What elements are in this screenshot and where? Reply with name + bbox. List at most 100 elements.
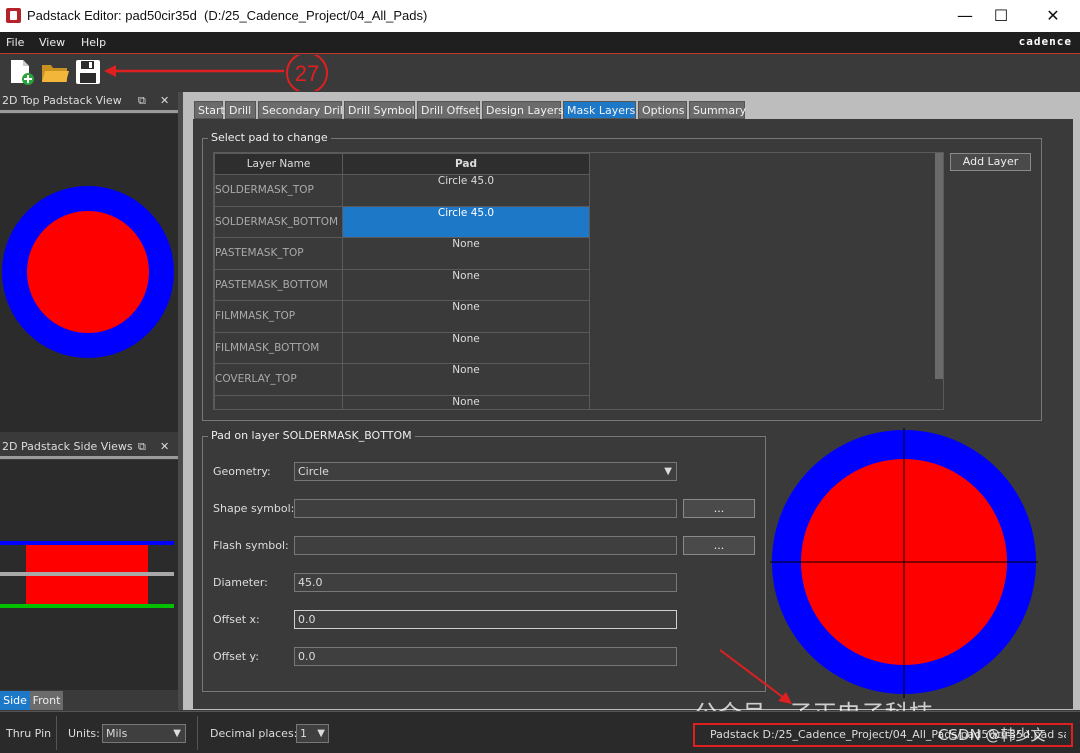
layer-table: Layer Name Pad SOLDERMASK_TOP Circle 45.0… [213,152,944,410]
layer-name-cell: FILMMASK_TOP [214,300,343,333]
table-row[interactable]: SOLDERMASK_TOP Circle 45.0 [214,174,590,207]
side-pad-drawing [0,541,174,608]
toolbar: 27 [0,55,1080,91]
tab-front[interactable]: Front [30,691,63,710]
tab-drill[interactable]: Drill [225,101,256,119]
layer-name-cell: SOLDERMASK_TOP [214,174,343,207]
window-title: Padstack Editor: pad50cir35d (D:/25_Cade… [27,8,428,23]
top-view-header: 2D Top Padstack View ⧉ ✕ [0,92,178,110]
diameter-label: Diameter: [213,576,268,589]
table-row[interactable]: PASTEMASK_BOTTOM None [214,268,590,301]
table-row[interactable]: COVERLAY_TOP None [214,363,590,396]
divider [197,716,198,750]
decimal-places-value: 1 [300,727,307,740]
shape-browse-button[interactable]: ... [683,499,755,518]
tab-summary[interactable]: Summary [689,101,746,119]
brand-logo: cadence [1018,35,1072,48]
geometry-value: Circle [298,465,329,478]
offset-y-label: Offset y: [213,650,259,663]
top-view-title: 2D Top Padstack View [2,94,122,107]
side-view-header: 2D Padstack Side Views ⧉ ✕ [0,438,178,456]
geometry-select[interactable]: Circle ▼ [294,462,677,481]
decimal-places-label: Decimal places: [210,727,298,740]
tab-side[interactable]: Side [0,691,30,710]
col-layer-name: Layer Name [214,153,343,175]
tab-start[interactable]: Start [194,101,225,119]
status-bar: Thru Pin Units: Mils ▼ Decimal places: 1… [0,711,1080,753]
chevron-down-icon[interactable]: ▼ [664,463,672,480]
thru-pin-label: Thru Pin [6,727,52,740]
divider [0,110,178,113]
close-icon[interactable]: ✕ [160,92,169,110]
add-layer-button[interactable]: Add Layer [950,153,1031,171]
flash-symbol-field[interactable] [294,536,677,555]
new-file-icon[interactable] [8,58,36,86]
status-annotation-arrow [719,649,792,704]
decimal-places-select[interactable]: 1 ▼ [296,724,329,743]
menu-view[interactable]: View [39,36,65,49]
layer-name-cell [214,394,343,409]
offset-x-field[interactable]: 0.0 [294,610,677,629]
geometry-label: Geometry: [213,465,271,478]
units-value: Mils [106,727,128,740]
chevron-down-icon[interactable]: ▼ [173,725,181,742]
col-pad: Pad [342,153,590,175]
tab-drill-symbol[interactable]: Drill Symbol [344,101,415,119]
layer-name-cell: SOLDERMASK_BOTTOM [214,205,343,238]
tab-mask-layers[interactable]: Mask Layers [563,101,636,119]
table-scrollbar[interactable] [935,153,943,379]
menu-help[interactable]: Help [81,36,106,49]
layer-name-cell: COVERLAY_TOP [214,363,343,396]
tab-options[interactable]: Options [638,101,687,119]
app-icon [6,8,21,23]
pad-cell[interactable]: None [342,237,590,270]
pad-cell-selected[interactable]: Circle 45.0 [342,205,590,238]
pad-cell[interactable]: None [342,363,590,396]
close-button[interactable]: ✕ [1030,0,1076,32]
side-view-canvas [0,460,178,690]
chevron-down-icon[interactable]: ▼ [317,725,325,742]
shape-symbol-field[interactable] [294,499,677,518]
maximize-button[interactable]: ☐ [978,0,1024,32]
pad-cell[interactable]: Circle 45.0 [342,174,590,207]
pad-cell[interactable]: None [342,394,590,409]
annotation-number: 27 [294,61,320,86]
open-folder-icon[interactable] [40,59,70,85]
select-pad-group-label: Select pad to change [208,131,331,144]
table-row[interactable]: SOLDERMASK_BOTTOM Circle 45.0 [214,205,590,238]
top-pad-drawing [2,186,174,358]
float-icon[interactable]: ⧉ [138,92,146,110]
pad-on-layer-label: Pad on layer SOLDERMASK_BOTTOM [208,429,415,442]
tab-drill-offset[interactable]: Drill Offset [417,101,480,119]
csdn-watermark: CSDN @韩少文 [938,726,1046,744]
divider [56,716,57,750]
tab-secondary-drill[interactable]: Secondary Drill [258,101,346,119]
menu-file[interactable]: File [6,36,24,49]
offset-y-field[interactable]: 0.0 [294,647,677,666]
close-icon[interactable]: ✕ [160,438,169,456]
pad-cell[interactable]: None [342,300,590,333]
float-icon[interactable]: ⧉ [138,438,146,456]
pad-cell[interactable]: None [342,268,590,301]
table-row[interactable]: None [214,394,590,409]
layer-name-cell: FILMMASK_BOTTOM [214,331,343,364]
flash-symbol-label: Flash symbol: [213,539,289,552]
pad-preview [770,428,1038,698]
units-select[interactable]: Mils ▼ [102,724,186,743]
tab-design-layers[interactable]: Design Layers [482,101,564,119]
table-row[interactable]: FILMMASK_TOP None [214,300,590,333]
menu-bar: File View Help cadence [0,32,1080,54]
flash-browse-button[interactable]: ... [683,536,755,555]
title-bar: Padstack Editor: pad50cir35d (D:/25_Cade… [0,0,1080,32]
layer-name-cell: PASTEMASK_BOTTOM [214,268,343,301]
table-row[interactable]: FILMMASK_BOTTOM None [214,331,590,364]
units-label: Units: [68,727,100,740]
offset-x-label: Offset x: [213,613,260,626]
shape-symbol-label: Shape symbol: [213,502,295,515]
diameter-field[interactable]: 45.0 [294,573,677,592]
table-row[interactable]: PASTEMASK_TOP None [214,237,590,270]
pad-cell[interactable]: None [342,331,590,364]
side-view-title: 2D Padstack Side Views [2,440,133,453]
divider [0,456,178,459]
save-icon[interactable] [74,58,102,86]
